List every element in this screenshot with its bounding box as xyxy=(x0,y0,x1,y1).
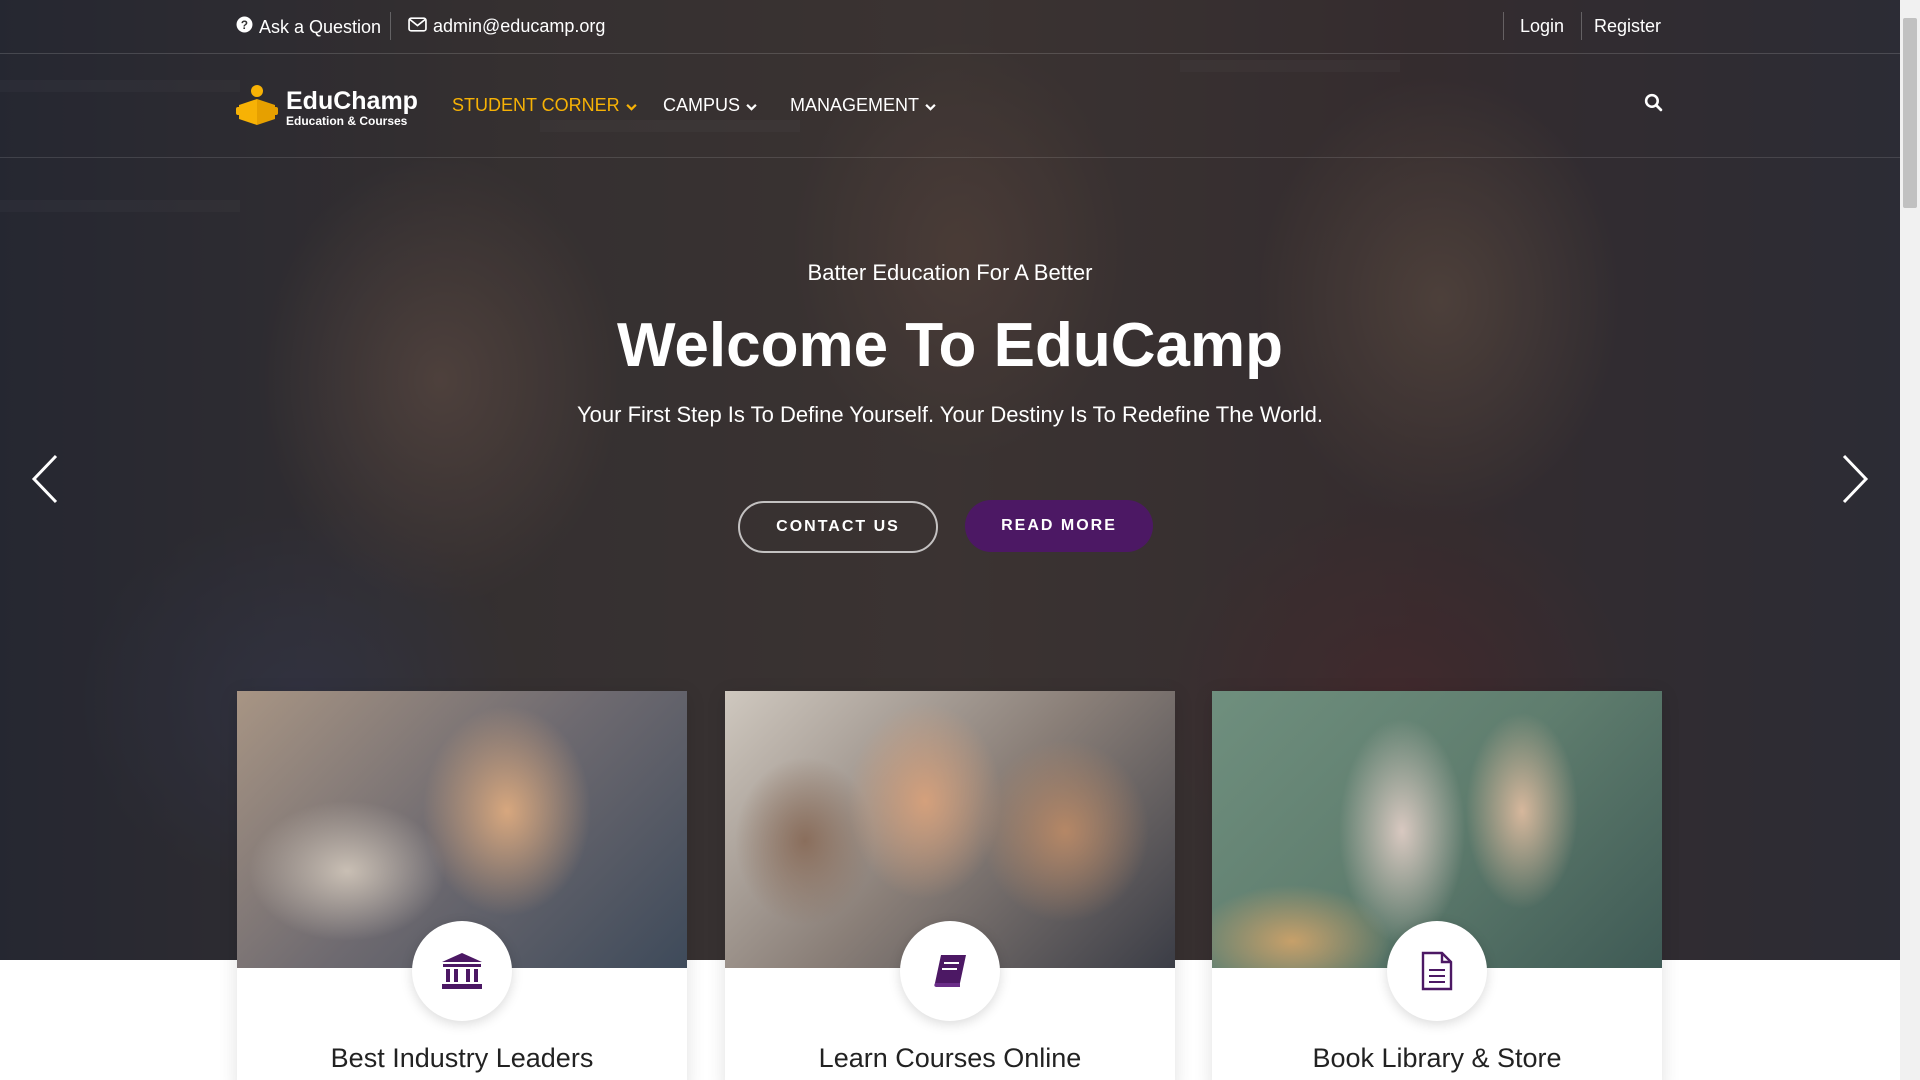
email-link[interactable]: admin@educamp.org xyxy=(408,16,605,37)
hero-headline: Welcome To EduCamp xyxy=(616,311,1283,380)
envelope-icon xyxy=(408,16,427,37)
svg-text:?: ? xyxy=(241,19,248,32)
register-link[interactable]: Register xyxy=(1594,16,1661,37)
register-label: Register xyxy=(1594,16,1662,36)
topbar-divider xyxy=(1581,12,1582,40)
page-scrollbar[interactable] xyxy=(1900,0,1920,1080)
card-title: Best Industry Leaders xyxy=(330,1043,594,1073)
chevron-left-icon xyxy=(31,454,58,504)
card-icon-badge xyxy=(900,921,1000,1021)
hero-tagline: Your First Step Is To Define Yourself. Y… xyxy=(577,402,1323,427)
topbar-divider xyxy=(1503,12,1504,40)
hero-kicker: Batter Education For A Better xyxy=(807,260,1093,285)
bank-icon xyxy=(442,953,482,989)
slider-prev-arrow[interactable] xyxy=(26,452,66,506)
read-more-button[interactable]: READ MORE xyxy=(965,500,1153,552)
nav-student-corner[interactable]: STUDENT CORNER xyxy=(452,95,637,116)
feature-card[interactable]: Book Library & Store xyxy=(1212,691,1662,1080)
top-bar: ? Ask a Question admin@educamp.org Login… xyxy=(0,0,1900,54)
card-title: Learn Courses Online xyxy=(818,1043,1082,1073)
nav-campus[interactable]: CAMPUS xyxy=(663,95,757,116)
login-link[interactable]: Login xyxy=(1520,16,1564,37)
login-label: Login xyxy=(1520,16,1565,36)
nav-label: MANAGEMENT xyxy=(790,95,920,115)
slider-next-arrow[interactable] xyxy=(1834,452,1874,506)
topbar-divider xyxy=(390,12,391,40)
feature-card[interactable]: Best Industry Leaders xyxy=(237,691,687,1080)
nav-management[interactable]: MANAGEMENT xyxy=(790,95,936,116)
brand-text: EduChamp Education & Courses xyxy=(286,88,418,128)
book-icon xyxy=(934,955,966,987)
main-navbar: EduChamp Education & Courses STUDENT COR… xyxy=(0,55,1900,158)
search-icon[interactable] xyxy=(1644,93,1663,117)
chevron-down-icon xyxy=(746,95,757,116)
chevron-down-icon xyxy=(925,95,936,116)
ask-question-link[interactable]: ? Ask a Question xyxy=(236,16,381,38)
chevron-down-icon xyxy=(626,95,637,116)
scrollbar-thumb[interactable] xyxy=(1903,18,1917,208)
card-title: Book Library & Store xyxy=(1312,1043,1562,1073)
document-icon xyxy=(1421,951,1453,991)
feature-card[interactable]: Learn Courses Online xyxy=(725,691,1175,1080)
brand-logo[interactable]: EduChamp Education & Courses xyxy=(236,83,418,132)
brand-name: EduChamp xyxy=(286,86,418,115)
card-icon-badge xyxy=(412,921,512,1021)
email-address: admin@educamp.org xyxy=(433,16,606,36)
brand-tagline: Education & Courses xyxy=(286,113,408,128)
chevron-right-icon xyxy=(1842,454,1869,504)
contact-us-button[interactable]: CONTACT US xyxy=(738,501,938,553)
nav-label: CAMPUS xyxy=(663,95,741,115)
reader-logo-icon xyxy=(236,83,278,132)
question-circle-icon: ? xyxy=(236,16,253,38)
nav-label: STUDENT CORNER xyxy=(452,95,620,115)
ask-question-label: Ask a Question xyxy=(259,16,382,37)
card-icon-badge xyxy=(1387,921,1487,1021)
